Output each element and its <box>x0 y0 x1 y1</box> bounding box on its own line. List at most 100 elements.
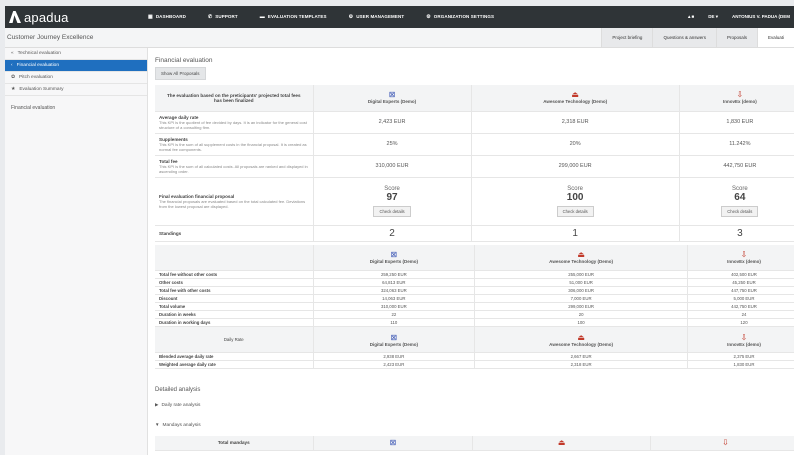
kpi-value: 25% <box>312 133 472 156</box>
company-name: InnovEx (demo) <box>722 99 757 105</box>
company-header: ⏏ Awesome Technology (Demo) <box>474 244 688 271</box>
check-details-button[interactable]: Check details <box>556 205 594 217</box>
cell: 324,063 EUR <box>312 286 475 295</box>
company-header: ⊠ <box>312 436 473 451</box>
tab-evaluation[interactable]: Evaluati <box>756 28 794 47</box>
company-logo-icon: ⇩ <box>736 90 744 100</box>
row-label: Duration in working days <box>155 318 313 327</box>
table-row: Weighted average daily rate 2,423 EUR 2,31… <box>155 360 794 369</box>
daily-rate-analysis-toggle[interactable]: ▶ Daily rate analysis <box>155 402 794 408</box>
tab-questions-answers[interactable]: Questions & answers <box>652 28 716 47</box>
nav-support[interactable]: ✆ SUPPORT <box>208 14 238 20</box>
cell: 100 <box>474 318 688 327</box>
nav-support-label: SUPPORT <box>215 14 238 19</box>
main-content: Financial evaluation Show All Proposals … <box>155 48 794 455</box>
cell: 2,375 EUR <box>687 352 794 361</box>
company-name: Digital Experts (Demo) <box>369 259 418 265</box>
cell: 442,750 EUR <box>687 302 794 311</box>
table-row: Blended average daily rate 2,938 EUR 2,667… <box>155 352 794 361</box>
company-logo-icon: ⊠ <box>390 332 398 342</box>
table-row: Final evaluation financial proposal The f… <box>155 177 794 226</box>
kpi-label: Total fee This KPI is the sum of all calc… <box>155 155 313 178</box>
final-evaluation-label: Final evaluation financial proposal The f… <box>155 177 313 226</box>
cell: 5,000 EUR <box>687 294 794 303</box>
company-name: InnovEx (demo) <box>727 341 761 347</box>
company-name: Awesome Technology (Demo) <box>543 99 608 105</box>
company-header: ⊠ Digital Experts (Demo) <box>312 85 472 112</box>
company-header: ⇩ InnovEx (demo) <box>678 85 794 112</box>
toggle-label: Daily rate analysis <box>161 403 201 408</box>
sidebar-item-pitch[interactable]: ✿ Pitch evaluation <box>5 72 147 84</box>
company-logo-icon: ⊠ <box>390 250 398 260</box>
kpi-description: This KPI is the sum of all calculated co… <box>159 163 308 174</box>
row-label: Discount <box>155 294 313 303</box>
kpi-description: The financial proposals are evaluated ba… <box>159 198 306 209</box>
top-navbar: apadua ▦ DASHBOARD ✆ SUPPORT ▬ EVALUATION T… <box>5 6 794 28</box>
cell: 51,000 EUR <box>474 278 688 287</box>
gears-icon: ⚙ <box>348 14 354 20</box>
tab-proposals[interactable]: Proposals <box>715 28 757 47</box>
cell: 110 <box>312 318 475 327</box>
company-name: Digital Experts (Demo) <box>369 341 418 347</box>
sidebar-item-technical[interactable]: «Technical evaluation <box>5 48 147 60</box>
kpi-value: 2,318 EUR <box>470 111 680 134</box>
company-logo-icon: ⊠ <box>388 90 396 100</box>
kpi-title: Standings <box>159 230 182 236</box>
user-menu[interactable]: ANTONIUS V. PADUA (DEM <box>732 14 790 20</box>
cell: 2,938 EUR <box>312 352 475 361</box>
sidebar-item-label: Technical evaluation <box>17 51 61 56</box>
score-cell: Score 64 Check details <box>678 177 794 226</box>
empty-header <box>155 244 313 271</box>
language-select[interactable]: DE ▾ <box>708 14 718 20</box>
project-title: Customer Journey Excellence <box>7 34 94 41</box>
table-row: Total fee This KPI is the sum of all calc… <box>155 155 794 178</box>
company-header: ⇩ InnovEx (demo) <box>687 326 794 353</box>
cell: 310,000 EUR <box>312 302 475 311</box>
app-window: apadua ▦ DASHBOARD ✆ SUPPORT ▬ EVALUATION T… <box>5 6 794 455</box>
nav-users[interactable]: ⚙ USER MANAGEMENT <box>349 14 405 20</box>
cell: 1,830 EUR <box>687 360 794 369</box>
project-bar: Customer Journey Excellence Project brie… <box>5 28 794 48</box>
project-tabs: Project briefing Questions & answers Pro… <box>601 28 794 47</box>
logo[interactable]: apadua <box>5 10 148 25</box>
table-row: Duration in weeks 22 20 24 <box>155 310 794 319</box>
sidebar-item-summary[interactable]: ★ Evaluation Summary <box>5 84 147 96</box>
nav-org[interactable]: ⚙ ORGANIZATION SETTINGS <box>426 14 494 20</box>
company-header: ⇩ InnovEx (demo) <box>687 244 794 271</box>
cell: 22 <box>312 310 475 319</box>
row-label: Duration in weeks <box>155 310 313 319</box>
cell: 14,063 EUR <box>312 294 475 303</box>
score-cell: Score 100 Check details <box>470 177 680 226</box>
table-row: Duration in working days 110 100 120 <box>155 318 794 327</box>
company-name: Awesome Technology (Demo) <box>549 341 614 347</box>
check-details-button[interactable]: Check details <box>721 205 759 217</box>
kpi-value: 299,000 EUR <box>470 155 680 178</box>
company-logo-icon: ⇩ <box>740 332 748 342</box>
standings-label: Standings <box>155 225 313 242</box>
nav-templates[interactable]: ▬ EVALUATION TEMPLATES <box>260 14 327 20</box>
detailed-analysis-title: Detailed analysis <box>155 387 201 393</box>
cell: 20 <box>474 310 688 319</box>
cell: 24 <box>687 310 794 319</box>
table-row: Other costs 64,813 EUR 51,000 EUR 45,250 EU… <box>155 278 794 287</box>
company-header: ⊠ Digital Experts (Demo) <box>312 244 475 271</box>
sidebar-item-label: Pitch evaluation <box>19 75 53 80</box>
chevron-left-icon: ‹ <box>11 63 13 68</box>
notifications-icon[interactable]: ▲■ <box>687 14 694 20</box>
kpi-value: 20% <box>470 133 680 156</box>
tab-project-briefing[interactable]: Project briefing <box>601 28 653 47</box>
nav-dashboard-label: DASHBOARD <box>155 14 186 19</box>
cell: 64,813 EUR <box>312 278 475 287</box>
pitch-icon: ✿ <box>11 75 16 80</box>
show-all-proposals-button[interactable]: Show All Proposals <box>155 67 206 80</box>
check-details-button[interactable]: Check details <box>373 205 411 217</box>
mandays-analysis-toggle[interactable]: ▼ Mandays analysis <box>155 422 794 428</box>
nav-dashboard[interactable]: ▦ DASHBOARD <box>148 14 186 20</box>
cell: 2,318 EUR <box>474 360 688 369</box>
sidebar-item-financial[interactable]: ‹ Financial evaluation <box>5 60 147 72</box>
sidebar-section-title: Financial evaluation <box>11 105 56 111</box>
dashboard-icon: ▦ <box>148 14 153 20</box>
nav-users-label: USER MANAGEMENT <box>356 14 405 19</box>
score-cell: Score 97 Check details <box>312 177 472 226</box>
company-logo-icon: ⇩ <box>740 250 748 260</box>
